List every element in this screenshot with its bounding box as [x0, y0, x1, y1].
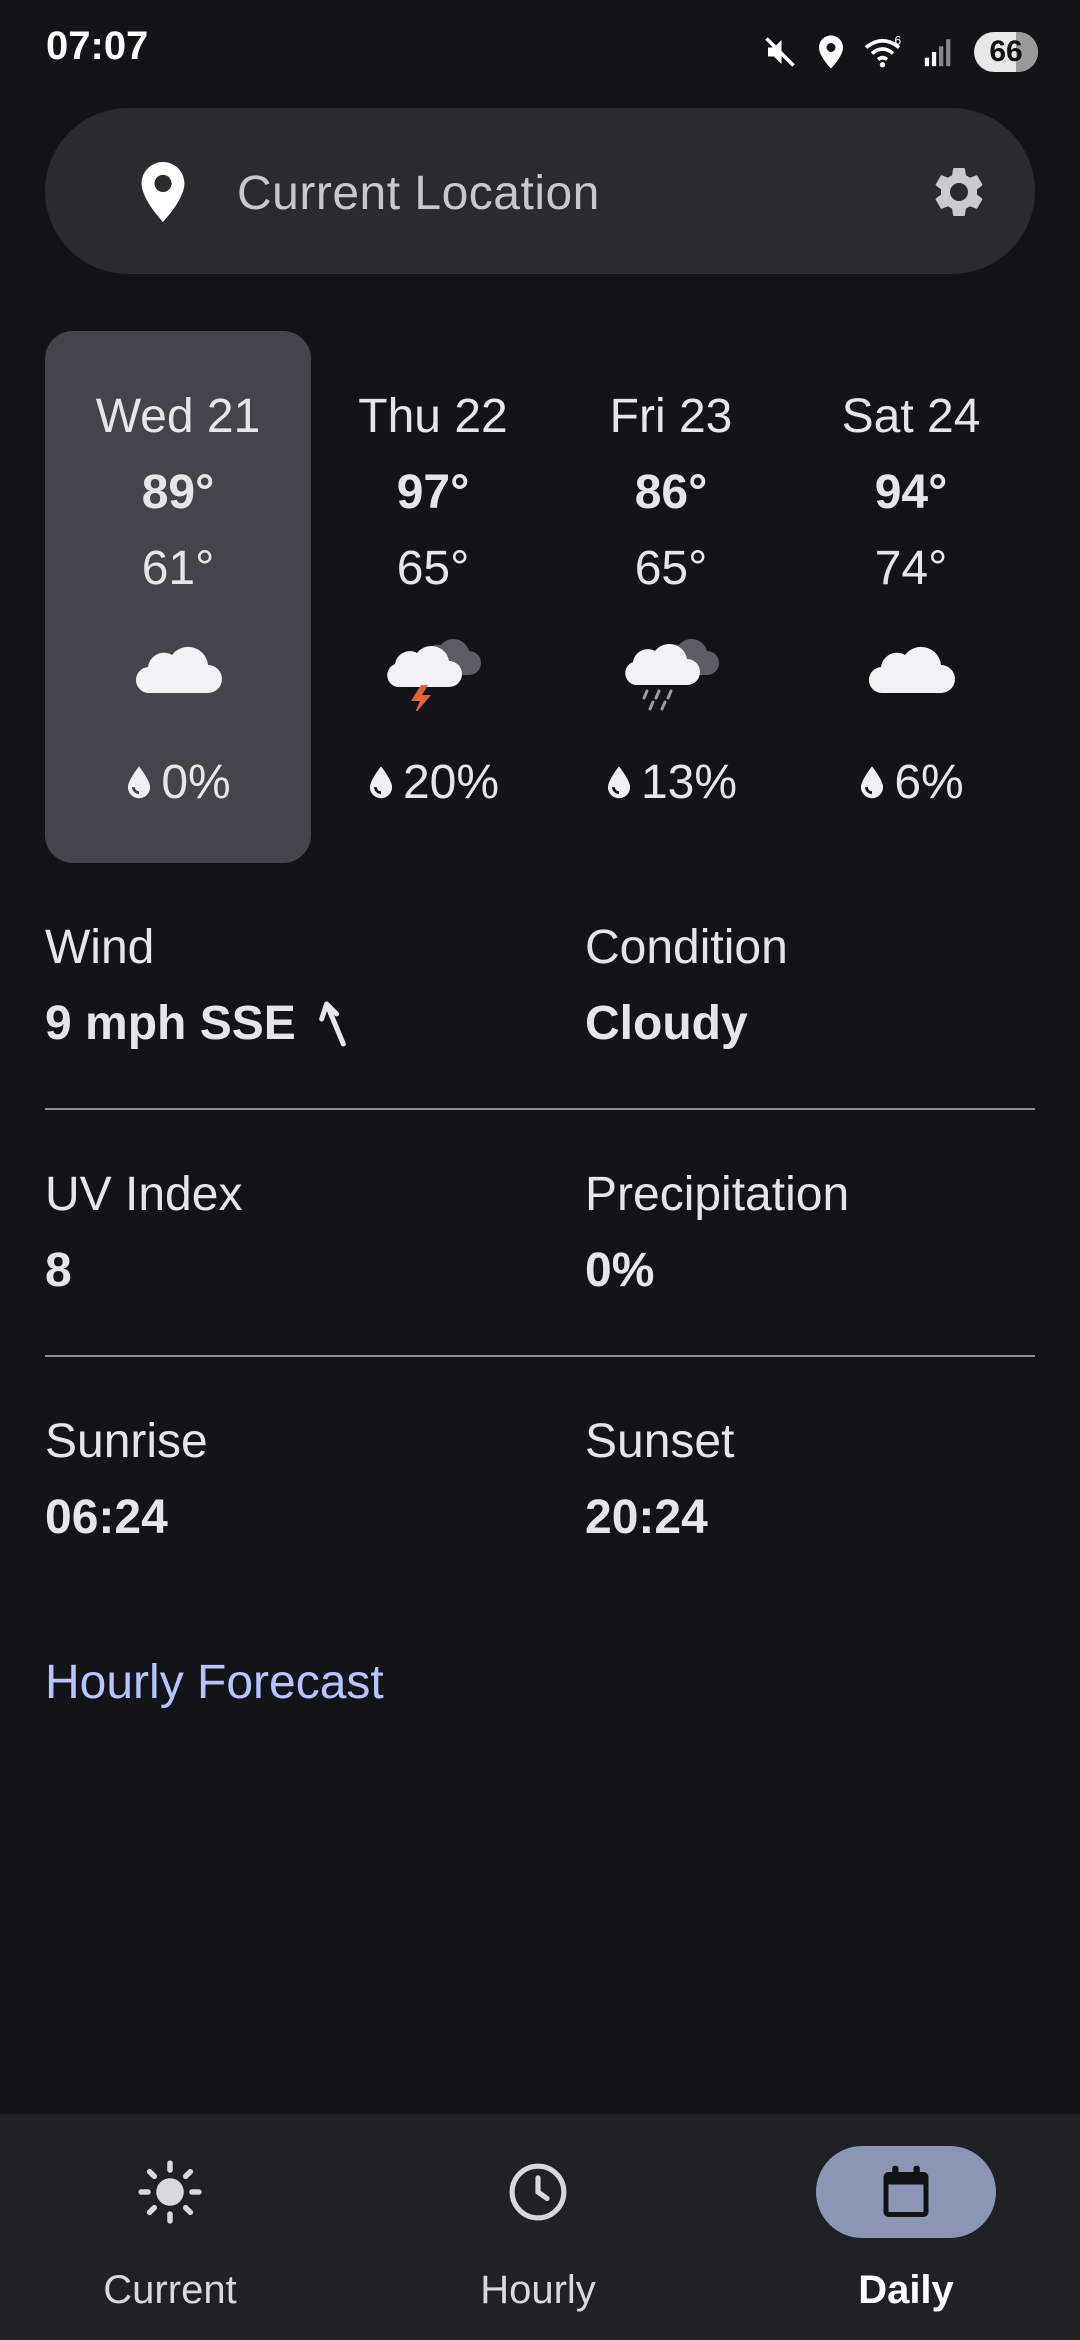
precipitation-label: Precipitation — [585, 1168, 850, 1221]
day-precip: 6% — [787, 755, 1035, 810]
svg-text:6: 6 — [895, 34, 902, 48]
cloudy-icon — [135, 646, 222, 694]
day-precip-value: 20% — [402, 756, 500, 809]
day-name: Sat 24 — [841, 390, 981, 443]
wind-value-text: 9 mph SSE — [45, 997, 296, 1050]
battery-level: 66 — [989, 35, 1023, 68]
raindrop-icon — [607, 765, 631, 798]
day-low: 65° — [634, 542, 708, 595]
nav-icon-container — [816, 2146, 996, 2238]
nav-icon-container — [448, 2146, 628, 2238]
calendar-icon — [883, 2165, 929, 2217]
wind-direction-arrow-icon — [318, 1001, 346, 1046]
status-bar: 07:07 6 66 — [0, 0, 1080, 100]
sunrise-label: Sunrise — [45, 1415, 208, 1468]
daily-forecast-row: Wed 21 89° 61° 0% Thu 22 97° 65° 20% Fri… — [45, 331, 1035, 863]
battery-icon: 66 — [974, 32, 1038, 72]
day-high: 89° — [141, 466, 215, 519]
status-icons: 6 66 — [762, 30, 1038, 74]
nav-label: Current — [103, 2268, 237, 2312]
location-icon — [819, 35, 843, 69]
day-low: 65° — [396, 542, 470, 595]
cloudy-icon — [868, 646, 955, 694]
day-precip-value: 6% — [894, 756, 964, 809]
day-card-wed-21[interactable]: Wed 21 89° 61° 0% — [45, 331, 311, 863]
day-card-thu-22[interactable]: Thu 22 97° 65° 20% — [311, 331, 555, 863]
day-high: 86° — [634, 466, 708, 519]
precipitation-value: 0% — [585, 1244, 655, 1297]
bottom-navigation: Current Hourly Daily — [0, 2114, 1080, 2340]
uv-index-label: UV Index — [45, 1168, 243, 1221]
signal-icon — [924, 39, 951, 67]
day-card-sat-24[interactable]: Sat 24 94° 74° 6% — [787, 331, 1035, 863]
nav-label: Hourly — [480, 2268, 596, 2312]
status-time: 07:07 — [46, 24, 149, 68]
settings-gear-icon[interactable] — [929, 162, 989, 222]
day-precip: 20% — [311, 755, 555, 810]
nav-label: Daily — [858, 2268, 954, 2312]
raindrop-icon — [369, 765, 393, 798]
sunset-label: Sunset — [585, 1415, 735, 1468]
condition-label: Condition — [585, 921, 788, 974]
uv-index-value: 8 — [45, 1244, 72, 1297]
sunrise-value: 06:24 — [45, 1491, 168, 1544]
day-name: Fri 23 — [609, 390, 733, 443]
wifi-icon: 6 — [864, 34, 902, 68]
condition-value: Cloudy — [585, 997, 748, 1050]
day-precip-value: 13% — [640, 756, 738, 809]
day-precip: 0% — [45, 755, 311, 810]
mute-icon — [765, 37, 795, 67]
nav-item-daily[interactable]: Daily — [786, 2114, 1026, 2340]
day-name: Thu 22 — [358, 390, 508, 443]
nav-item-hourly[interactable]: Hourly — [418, 2114, 658, 2340]
location-search-bar[interactable]: Current Location — [45, 108, 1035, 274]
wind-label: Wind — [45, 921, 155, 974]
location-pin-icon — [141, 162, 185, 222]
day-low: 61° — [141, 542, 215, 595]
day-card-fri-23[interactable]: Fri 23 86° 65° 13% — [555, 331, 787, 863]
location-text: Current Location — [237, 167, 600, 220]
day-precip-value: 0% — [161, 756, 231, 809]
divider — [45, 1355, 1035, 1357]
sun-icon — [138, 2160, 202, 2224]
nav-item-current[interactable]: Current — [50, 2114, 290, 2340]
sunset-value: 20:24 — [585, 1491, 708, 1544]
day-high: 97° — [396, 466, 470, 519]
rain-icon — [625, 638, 719, 711]
clock-icon — [509, 2163, 567, 2221]
day-name: Wed 21 — [95, 390, 261, 443]
day-low: 74° — [874, 542, 948, 595]
wind-value: 9 mph SSE — [45, 996, 352, 1051]
raindrop-icon — [861, 765, 884, 798]
nav-icon-container — [80, 2146, 260, 2238]
day-high: 94° — [874, 466, 948, 519]
hourly-forecast-link[interactable]: Hourly Forecast — [45, 1655, 384, 1710]
divider — [45, 1108, 1035, 1110]
raindrop-icon — [128, 765, 151, 798]
day-precip: 13% — [555, 755, 787, 810]
thunderstorm-icon — [387, 638, 481, 711]
